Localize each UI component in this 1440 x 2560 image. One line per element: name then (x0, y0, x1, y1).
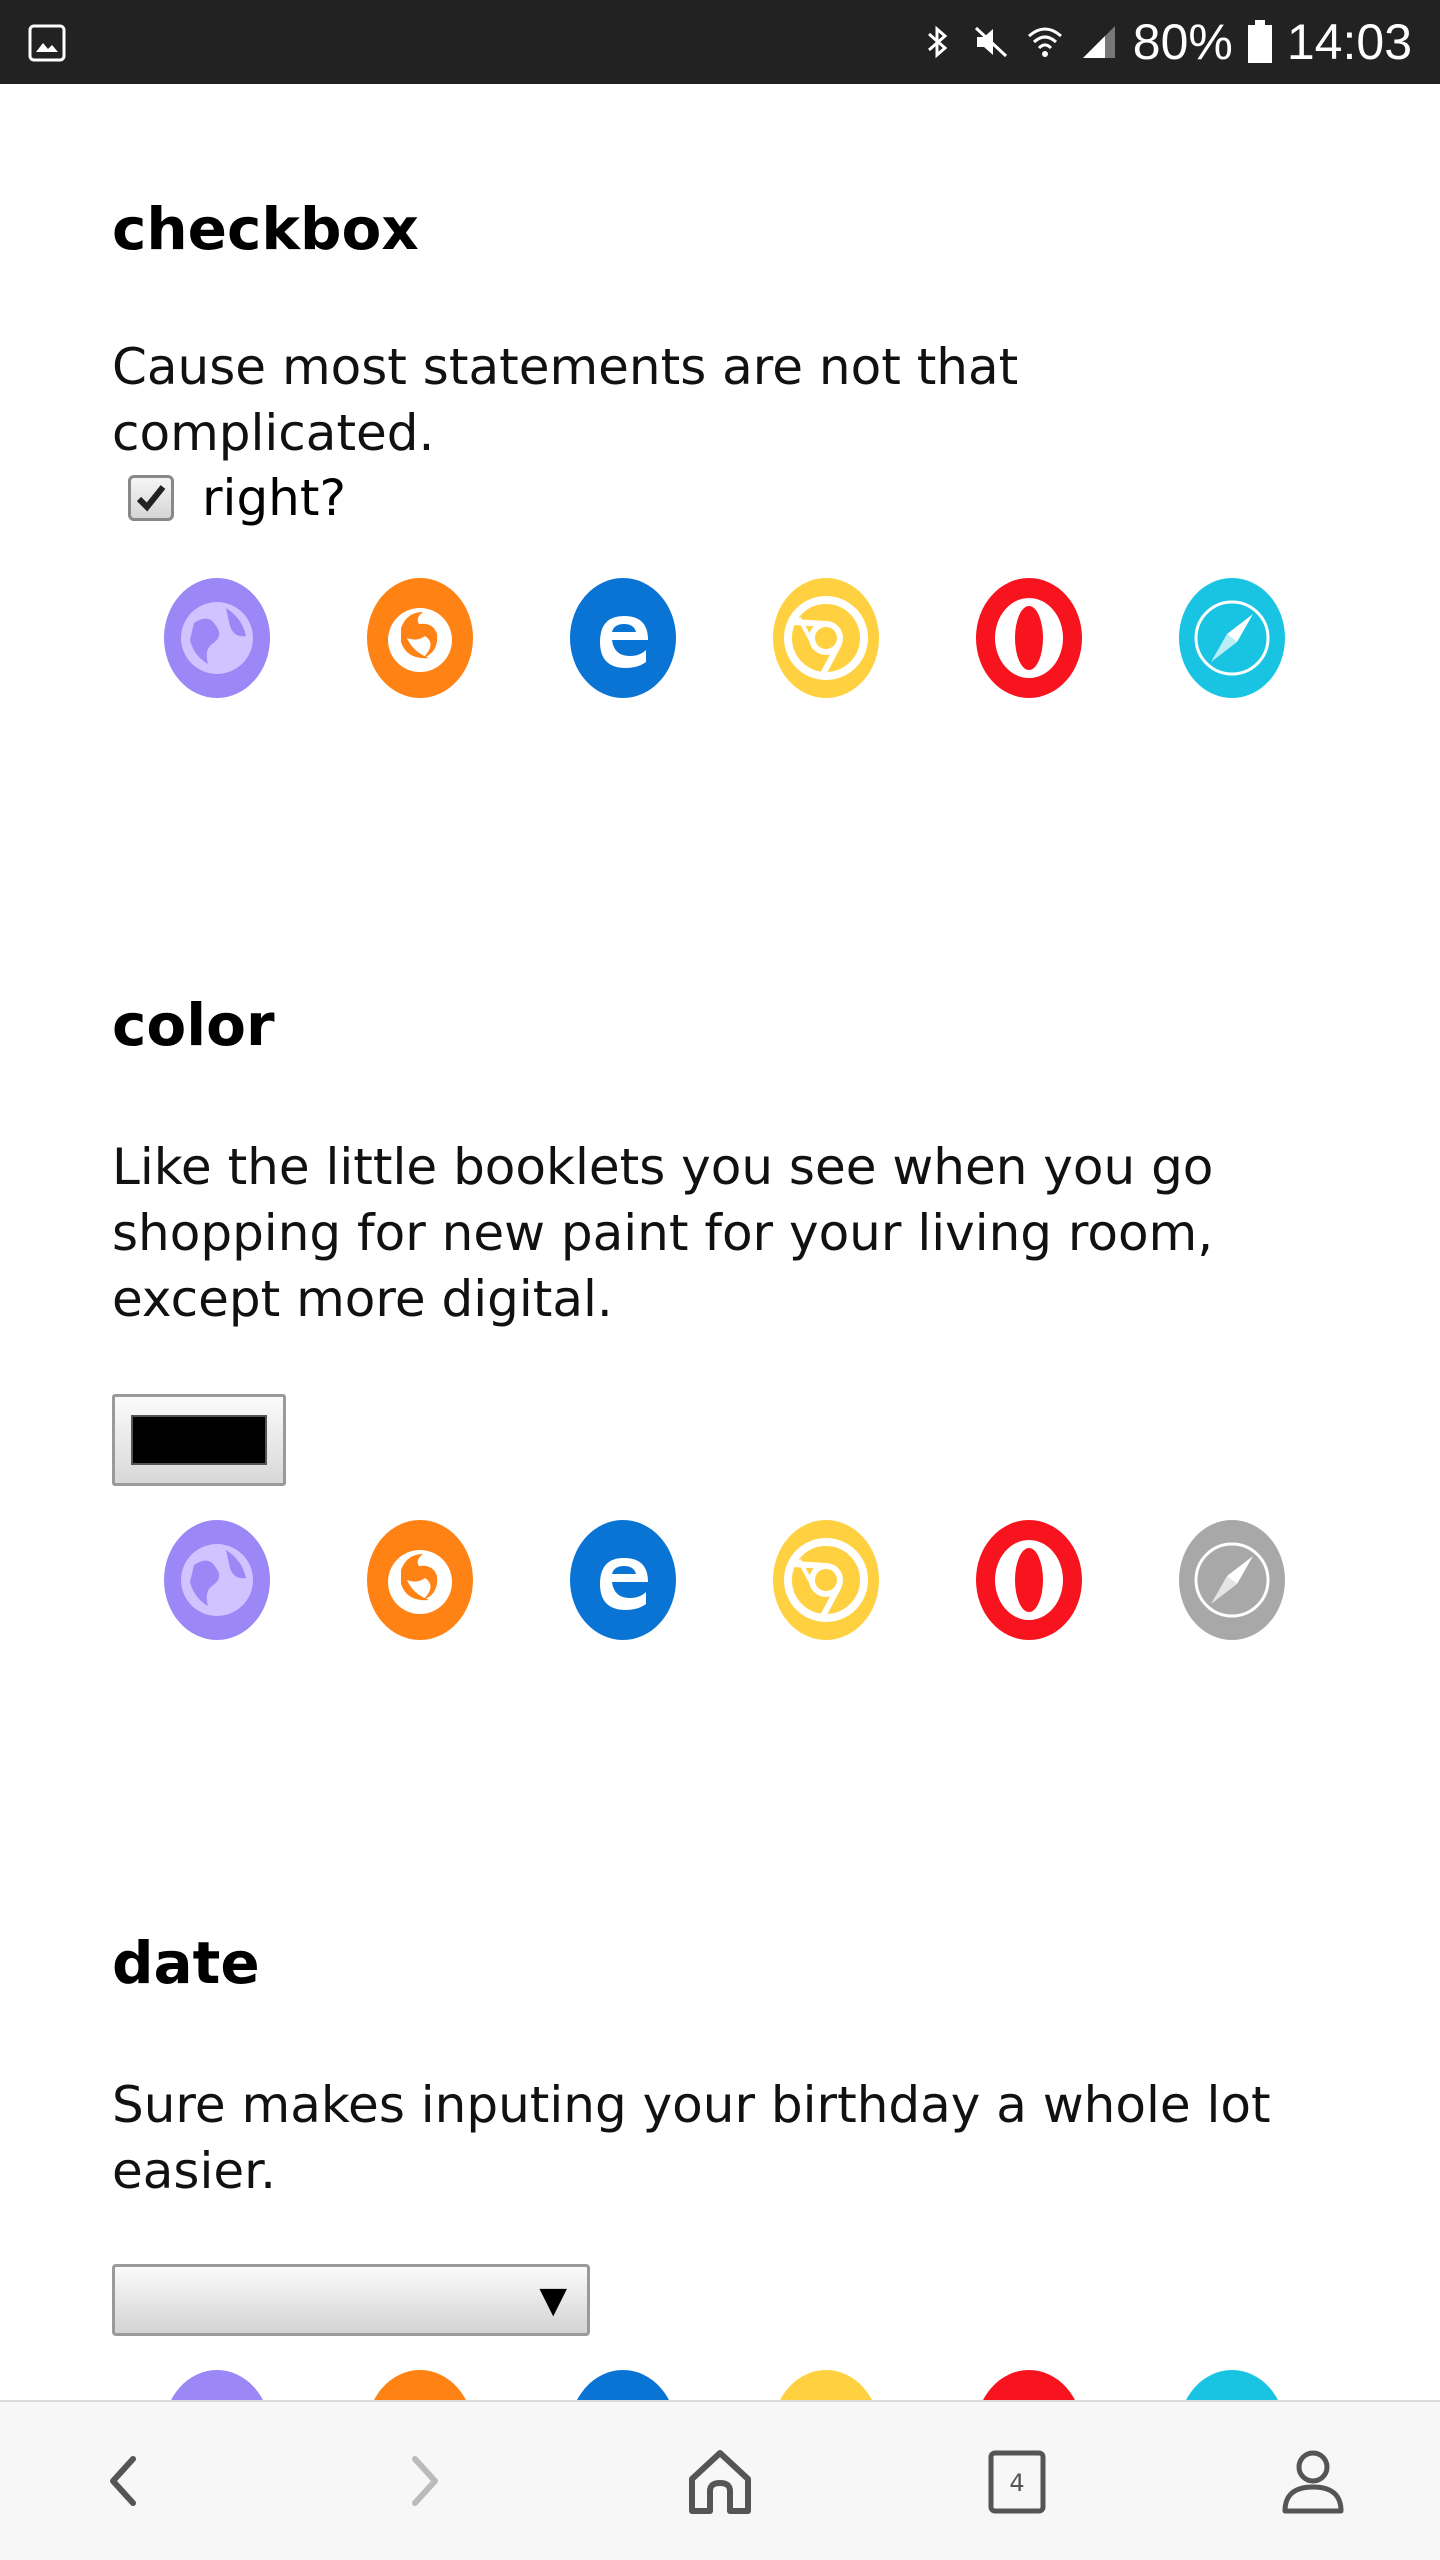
chrome-icon (773, 1520, 879, 1640)
description-line: easier. (112, 2142, 276, 2200)
signal-icon (1082, 26, 1115, 58)
color-picker-input[interactable] (112, 1394, 286, 1486)
home-button[interactable] (675, 2436, 765, 2526)
color-swatch (131, 1415, 267, 1465)
battery-percent: 80% (1132, 14, 1233, 70)
web-browser-icon (164, 578, 270, 698)
opera-icon (976, 578, 1082, 698)
chrome-icon (773, 578, 879, 698)
opera-icon (976, 1520, 1082, 1640)
dropdown-arrow-icon: ▼ (539, 2280, 567, 2321)
bluetooth-icon (927, 25, 948, 59)
battery-icon (1247, 20, 1272, 63)
home-icon (689, 2450, 751, 2514)
web-browser-icon (164, 1520, 270, 1640)
opera-icon (976, 2370, 1082, 2400)
account-icon (1282, 2450, 1344, 2514)
firefox-icon (367, 578, 473, 698)
section-checkbox: checkbox (112, 194, 1342, 264)
checkbox-label: right? (202, 469, 347, 527)
description-line: Sure makes inputing your birthday a whol… (112, 2076, 1271, 2134)
page-content: checkbox Cause most statements are not t… (0, 84, 1440, 2400)
back-button[interactable] (80, 2436, 170, 2526)
section-color: color (112, 990, 1342, 1060)
web-browser-icon (164, 2370, 270, 2400)
browser-support-row (164, 1520, 1285, 1640)
checkbox-field[interactable]: right? (128, 469, 346, 527)
tabs-button[interactable]: 4 (972, 2436, 1062, 2526)
status-bar: 80% 14:03 (0, 0, 1440, 84)
safari-icon (1179, 578, 1285, 698)
account-button[interactable] (1268, 2436, 1358, 2526)
description-line: except more digital. (112, 1270, 613, 1328)
section-date: date (112, 1928, 1342, 1998)
forward-icon (412, 2456, 438, 2506)
browser-support-row (164, 578, 1285, 698)
tabs-icon: 4 (988, 2450, 1046, 2514)
checkmark-icon (136, 485, 166, 512)
browser-support-row (164, 2370, 1284, 2400)
section-description: Cause most statements are not that compl… (112, 334, 1342, 466)
section-title: color (112, 991, 275, 1059)
tab-count: 4 (1009, 2469, 1024, 2497)
edge-icon (570, 1520, 676, 1640)
back-icon (110, 2456, 136, 2506)
section-title: checkbox (112, 195, 419, 263)
section-description: Like the little booklets you see when yo… (112, 1134, 1342, 1332)
safari-icon (1179, 2370, 1285, 2400)
right-checkbox[interactable] (128, 475, 174, 521)
description-line: Cause most statements are not that compl… (112, 338, 1019, 462)
clock-time: 14:03 (1286, 14, 1412, 70)
edge-icon (570, 2370, 676, 2400)
browser-bottom-nav: 4 (0, 2400, 1440, 2560)
firefox-icon (367, 2370, 473, 2400)
mute-icon (974, 26, 1007, 58)
description-line: shopping for new paint for your living r… (112, 1204, 1214, 1262)
date-input[interactable]: ▼ (112, 2264, 590, 2336)
gallery-icon (28, 24, 66, 62)
chrome-icon (773, 2370, 879, 2400)
safari-icon (1179, 1520, 1285, 1640)
firefox-icon (367, 1520, 473, 1640)
section-description: Sure makes inputing your birthday a whol… (112, 2072, 1342, 2204)
wifi-icon (1027, 27, 1062, 57)
edge-icon (570, 578, 676, 698)
forward-button[interactable] (378, 2436, 468, 2526)
section-title: date (112, 1929, 260, 1997)
description-line: Like the little booklets you see when yo… (112, 1138, 1214, 1196)
